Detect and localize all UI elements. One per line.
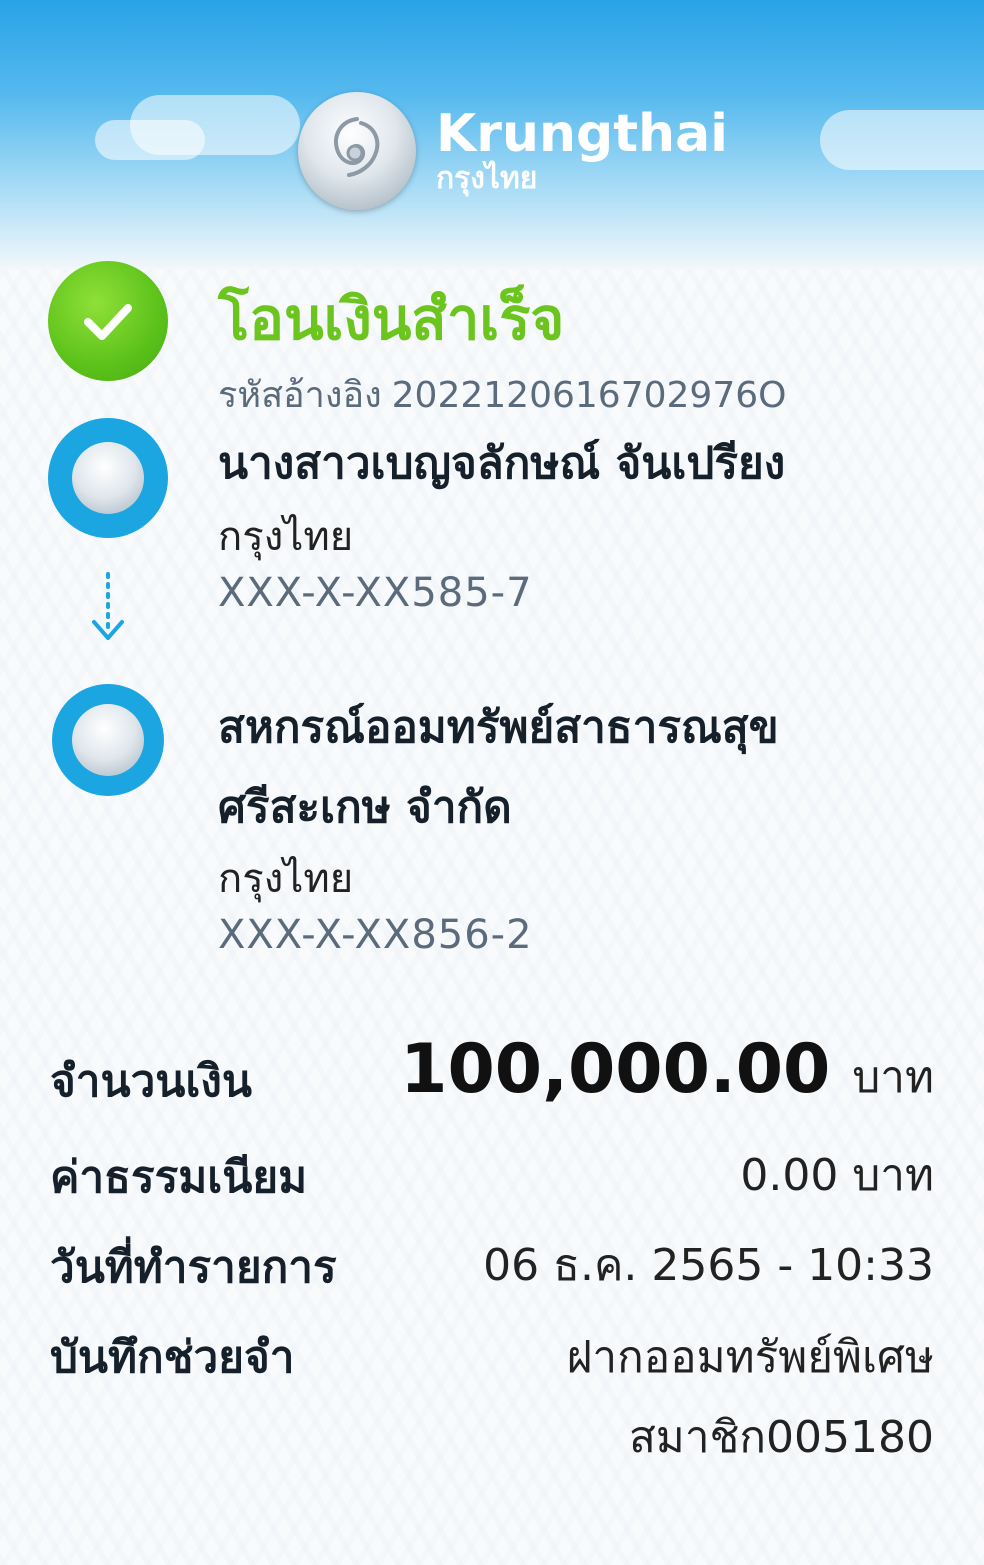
- reference-value: 2022120616702976O: [391, 375, 787, 416]
- krungthai-logo: Krungthai กรุงไทย: [298, 92, 728, 210]
- fee-label: ค่าธรรมเนียม: [50, 1152, 308, 1203]
- krungthai-bank-icon: [48, 418, 168, 538]
- amount-value: 100,000.00: [400, 1030, 831, 1109]
- phoenix-logo-icon: [72, 704, 144, 776]
- receiver-account: XXX-X-XX856-2: [218, 912, 533, 958]
- reference-number: รหัสอ้างอิง 2022120616702976O: [218, 366, 796, 423]
- memo-value-line2: สมาชิก005180: [628, 1412, 934, 1463]
- cloud-decoration: [820, 110, 984, 170]
- amount-value-row: 100,000.00 บาท: [400, 1030, 934, 1112]
- date-value: 06 ธ.ค. 2565 - 10:33: [483, 1240, 934, 1291]
- sender-account: XXX-X-XX585-7: [218, 570, 533, 616]
- cloud-decoration: [95, 120, 205, 160]
- date-label: วันที่ทำรายการ: [50, 1242, 337, 1293]
- receiver-name-line1: สหกรณ์ออมทรัพย์สาธารณสุข: [218, 702, 779, 753]
- amount-label: จำนวนเงิน: [50, 1056, 252, 1107]
- memo-value-line1: ฝากออมทรัพย์พิเศษ: [566, 1332, 934, 1383]
- amount-unit: บาท: [852, 1052, 934, 1103]
- krungthai-phoenix-icon: [298, 92, 416, 210]
- brand-name-th: กรุงไทย: [436, 161, 538, 196]
- sender-name: นางสาวเบญจลักษณ์ จันเปรียง: [218, 438, 786, 489]
- reference-label: รหัสอ้างอิง: [218, 375, 382, 416]
- arrow-down-dotted-icon: [92, 572, 124, 640]
- brand-name-en: Krungthai: [436, 104, 728, 164]
- memo-label: บันทึกช่วยจำ: [50, 1332, 295, 1383]
- sender-bank: กรุงไทย: [218, 514, 354, 560]
- receiver-name-line2: ศรีสะเกษ จำกัด: [218, 782, 512, 833]
- phoenix-logo-icon: [72, 442, 144, 514]
- transfer-success-title: โอนเงินสำเร็จ: [218, 285, 565, 353]
- check-circle-icon: [48, 261, 168, 381]
- fee-value: 0.00 บาท: [740, 1150, 934, 1201]
- header-banner: Krungthai กรุงไทย: [0, 0, 984, 270]
- receiver-bank: กรุงไทย: [218, 856, 354, 902]
- krungthai-bank-icon: [52, 684, 164, 796]
